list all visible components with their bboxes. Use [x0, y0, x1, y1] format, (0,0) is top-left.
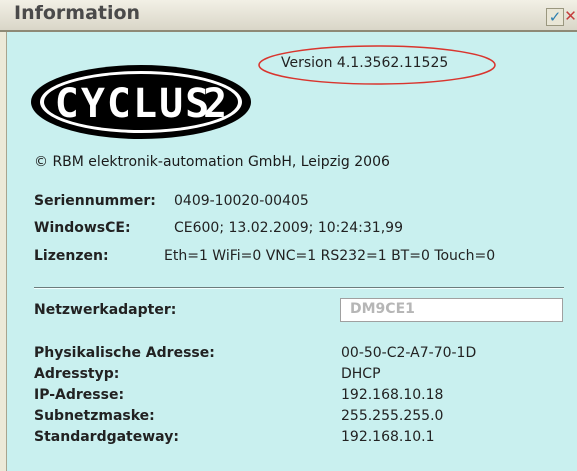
- close-icon[interactable]: ✕: [564, 8, 577, 24]
- subnet-mask-label: Subnetzmaske:: [34, 408, 155, 424]
- ip-address-value: 192.168.10.18: [341, 387, 444, 403]
- ip-address-label: IP-Adresse:: [34, 387, 125, 403]
- cyclus-logo: CYCLUS 2: [31, 65, 251, 139]
- licenses-label: Lizenzen:: [34, 248, 109, 264]
- address-type-label: Adresstyp:: [34, 366, 120, 382]
- serial-label: Seriennummer:: [34, 193, 156, 209]
- window-left-edge: [0, 32, 7, 471]
- gateway-value: 192.168.10.1: [341, 429, 435, 445]
- network-adapter-value: DM9CE1: [350, 301, 415, 317]
- mac-address-value: 00-50-C2-A7-70-1D: [341, 345, 477, 361]
- svg-text:2: 2: [203, 81, 227, 127]
- serial-value: 0409-10020-00405: [174, 193, 309, 209]
- section-divider: [34, 287, 564, 289]
- gateway-label: Standardgateway:: [34, 429, 179, 445]
- title-bar: Information ✓ ✕: [0, 0, 577, 32]
- version-text: Version 4.1.3562.11525: [281, 55, 449, 71]
- mac-address-label: Physikalische Adresse:: [34, 345, 215, 361]
- subnet-mask-value: 255.255.255.0: [341, 408, 444, 424]
- network-adapter-select[interactable]: DM9CE1: [340, 298, 563, 322]
- windowsce-value: CE600; 13.02.2009; 10:24:31,99: [174, 220, 403, 236]
- copyright-text: © RBM elektronik-automation GmbH, Leipzi…: [34, 154, 390, 170]
- window-title: Information: [14, 2, 141, 24]
- network-adapter-label: Netzwerkadapter:: [34, 302, 177, 318]
- licenses-value: Eth=1 WiFi=0 VNC=1 RS232=1 BT=0 Touch=0: [164, 248, 496, 264]
- address-type-value: DHCP: [341, 366, 381, 382]
- ok-check-icon[interactable]: ✓: [546, 8, 564, 26]
- windowsce-label: WindowsCE:: [34, 220, 131, 236]
- logo-text: CYCLUS: [55, 81, 212, 127]
